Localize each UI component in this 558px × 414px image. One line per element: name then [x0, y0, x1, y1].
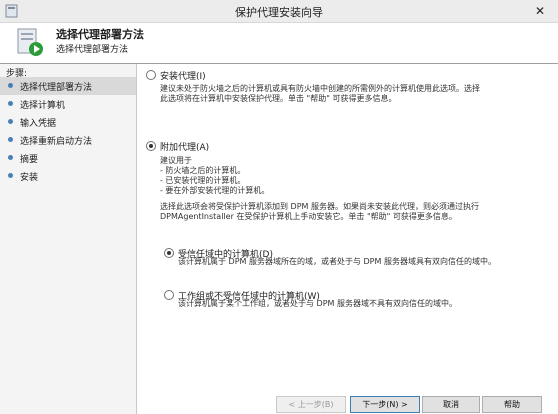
page-subtitle: 选择代理部署方法: [56, 45, 129, 55]
trusted-domain-description: 该计算机属于 DPM 服务器域所在的域，或者处于与 DPM 服务器域具有双向信任…: [178, 257, 496, 266]
step-bullet-icon: [8, 101, 13, 106]
sidebar-item-label: 选择重新启动方法: [20, 137, 93, 147]
help-button[interactable]: 帮助: [482, 396, 542, 413]
attach-agent-description-line4: - 要在外部安装代理的计算机。: [160, 186, 270, 195]
step-bullet-icon: [8, 119, 13, 124]
attach-agent-description-line3: - 已安装代理的计算机。: [160, 176, 246, 185]
wizard-server-icon: [17, 28, 43, 56]
back-button[interactable]: < 上一步(B): [276, 396, 346, 413]
untrusted-domain-description: 该计算机属于某个工作组，或者处于与 DPM 服务器域不具有双向信任的域中。: [178, 299, 457, 308]
install-agent-description-line2: 此选项将在计算机中安装保护代理。单击 "帮助" 可获得更多信息。: [160, 94, 397, 103]
wizard-button-bar: < 上一步(B) 下一步(N) > 取消 帮助: [138, 394, 558, 414]
sidebar-item-label: 输入凭据: [20, 119, 57, 129]
sidebar-item-deploy-method[interactable]: 选择代理部署方法: [0, 77, 136, 95]
sidebar-item-label: 选择计算机: [20, 101, 66, 111]
steps-sidebar: 步骤: 选择代理部署方法 选择计算机 输入凭据 选择重新启动方法 摘要 安装: [0, 64, 137, 414]
attach-agent-description-line5: 选择此选项会将受保护计算机添加到 DPM 服务器。如果尚未安装此代理，则必须通过…: [160, 202, 479, 211]
sidebar-item-restart-method[interactable]: 选择重新启动方法: [0, 131, 136, 149]
sidebar-item-install[interactable]: 安装: [0, 167, 136, 185]
install-agent-description-line1: 建议未处于防火墙之后的计算机或具有防火墙中创建的所需例外的计算机使用此选项。选择: [160, 84, 480, 93]
attach-agent-description-line2: - 防火墙之后的计算机。: [160, 166, 246, 175]
next-button[interactable]: 下一步(N) >: [350, 396, 420, 413]
sidebar-item-summary[interactable]: 摘要: [0, 149, 136, 167]
step-bullet-icon: [8, 137, 13, 142]
attach-agent-radio[interactable]: [146, 141, 156, 151]
close-button[interactable]: ✕: [526, 2, 554, 20]
attach-agent-label[interactable]: 附加代理(A): [160, 140, 209, 153]
sidebar-item-label: 选择代理部署方法: [20, 83, 93, 93]
trusted-domain-radio[interactable]: [164, 248, 174, 258]
attach-agent-description-line1: 建议用于: [160, 156, 192, 165]
step-bullet-icon: [8, 173, 13, 178]
window-title: 保护代理安装向导: [235, 6, 323, 19]
sidebar-item-label: 安装: [20, 173, 39, 183]
untrusted-domain-radio[interactable]: [164, 290, 174, 300]
wizard-content: 安装代理(I) 建议未处于防火墙之后的计算机或具有防火墙中创建的所需例外的计算机…: [138, 64, 558, 394]
step-bullet-icon: [8, 155, 13, 160]
page-title: 选择代理部署方法: [56, 28, 144, 41]
step-bullet-icon: [8, 83, 13, 88]
sidebar-item-select-computers[interactable]: 选择计算机: [0, 95, 136, 113]
title-bar: 保护代理安装向导 ✕: [0, 0, 558, 23]
attach-agent-description-line6: DPMAgentInstaller 在受保护计算机上手动安装它。单击 "帮助" …: [160, 212, 457, 221]
install-agent-radio[interactable]: [146, 70, 156, 80]
wizard-header: 选择代理部署方法 选择代理部署方法: [0, 23, 558, 64]
install-agent-label[interactable]: 安装代理(I): [160, 69, 206, 82]
sidebar-item-credentials[interactable]: 输入凭据: [0, 113, 136, 131]
cancel-button[interactable]: 取消: [422, 396, 480, 413]
sidebar-item-label: 摘要: [20, 155, 39, 165]
